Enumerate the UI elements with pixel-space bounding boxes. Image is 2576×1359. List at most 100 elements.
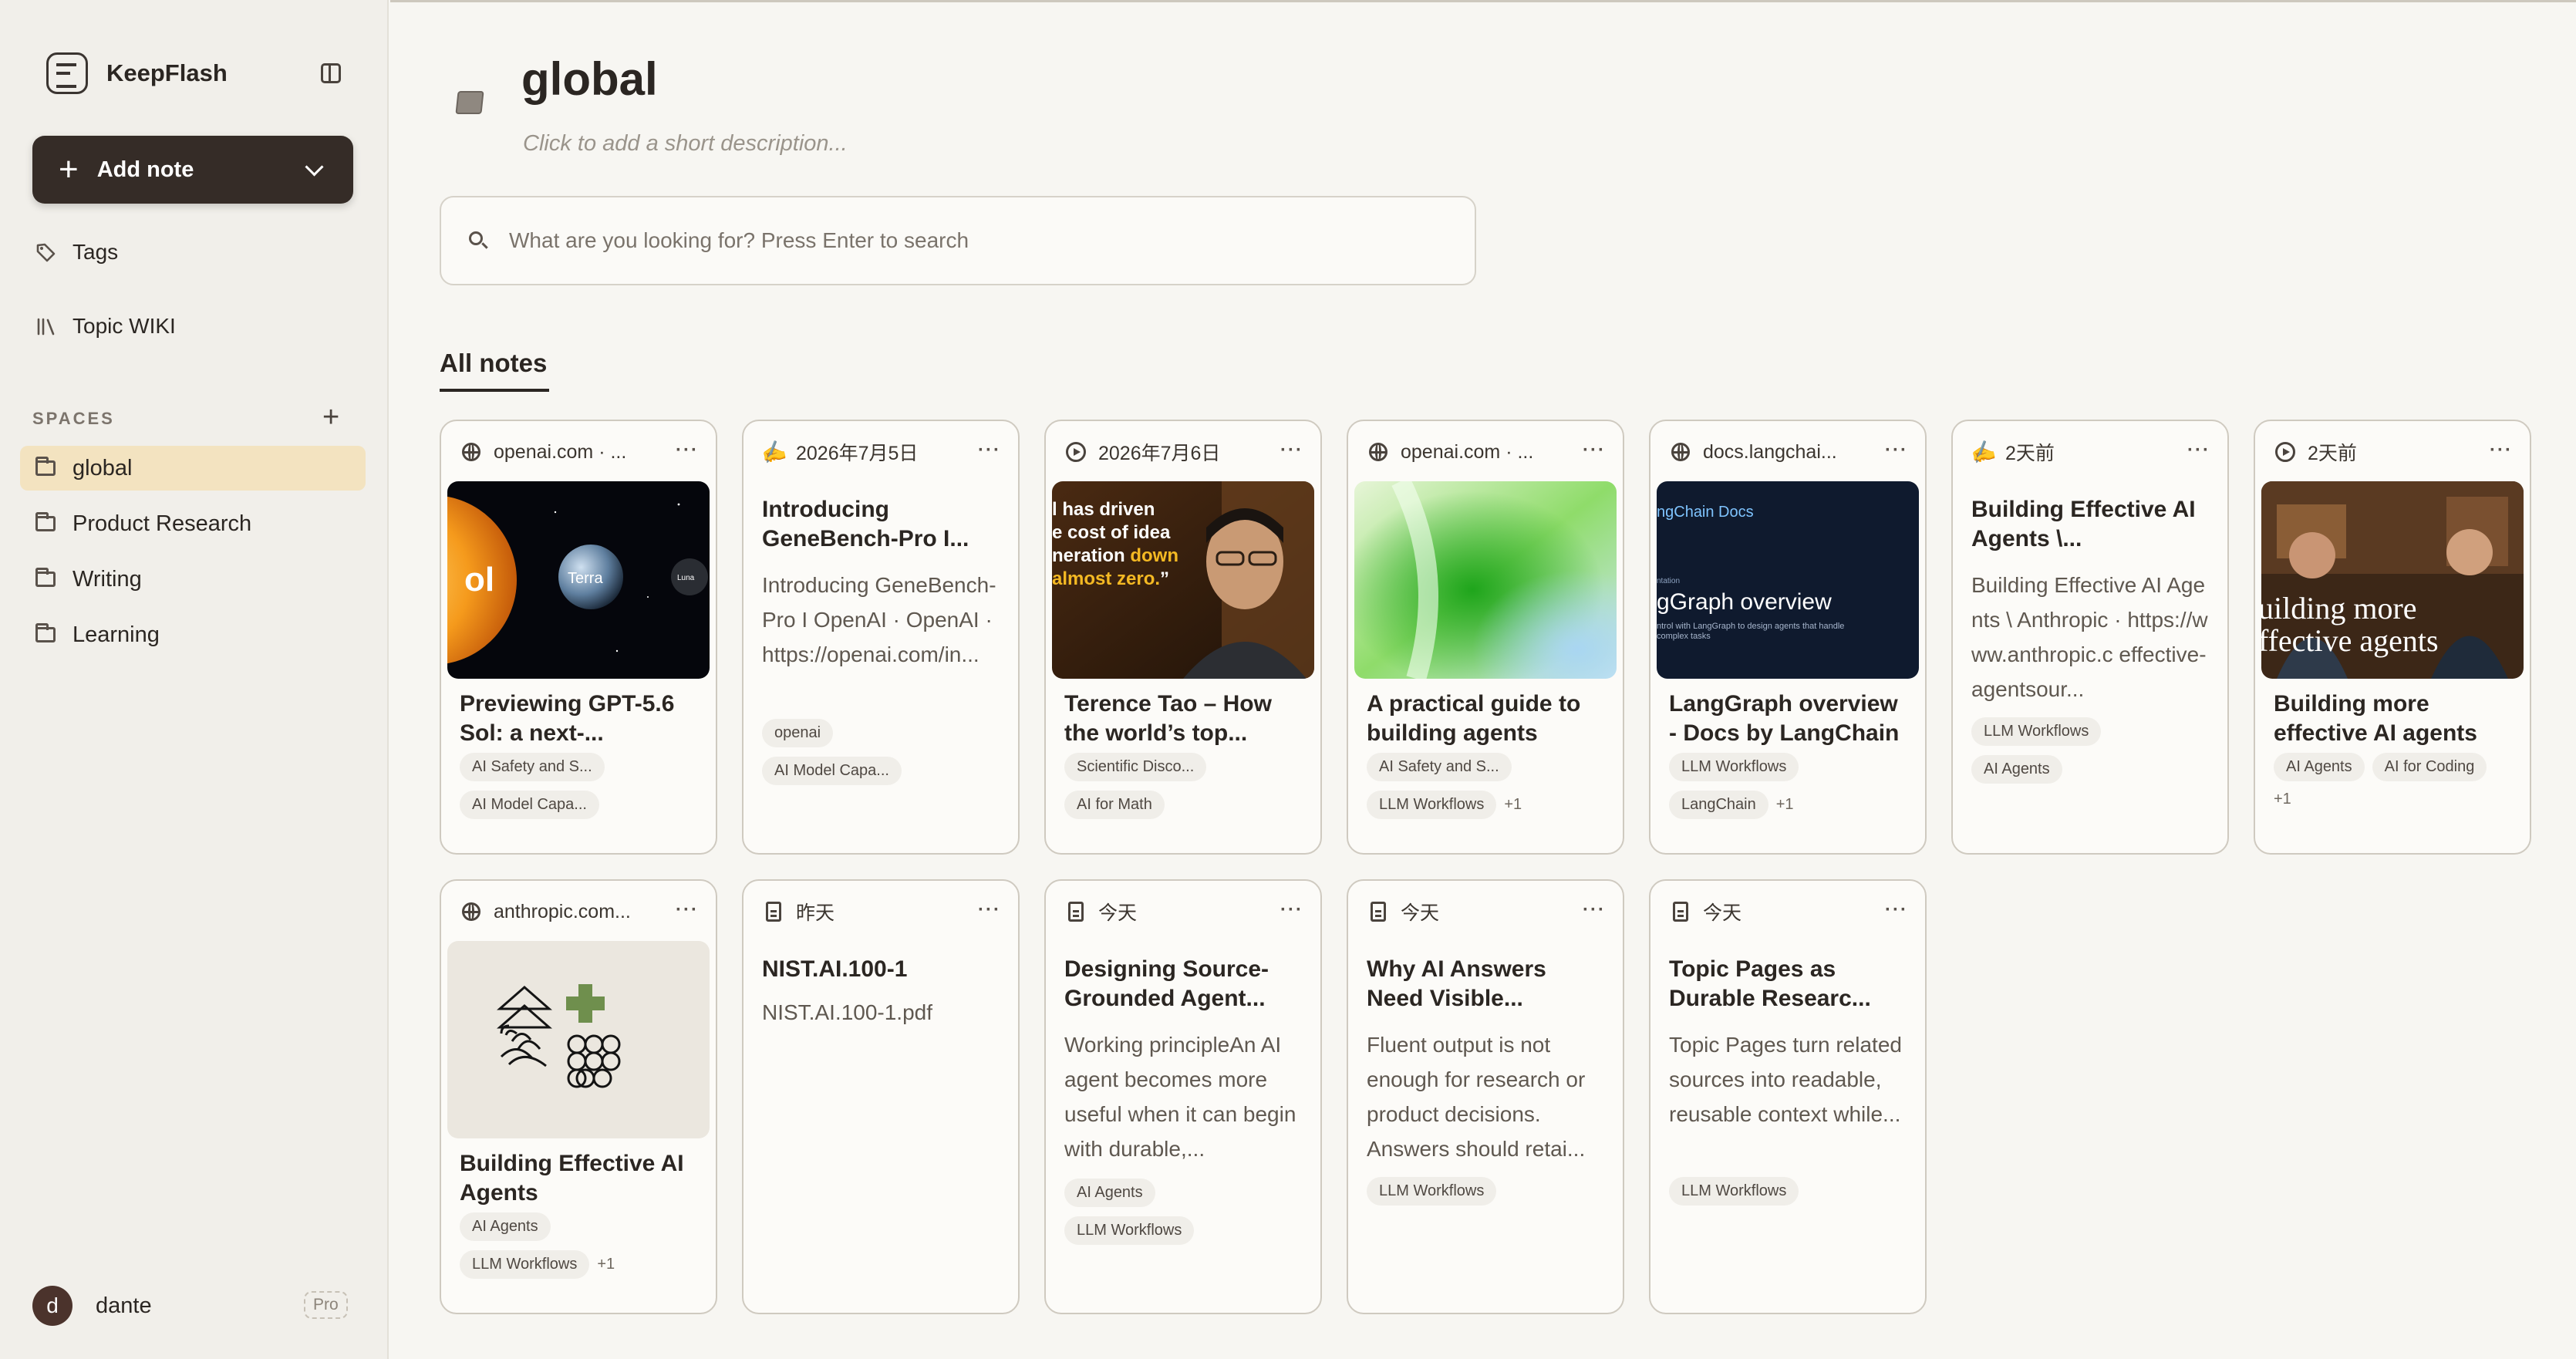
globe-icon [1669,440,1692,464]
card-tags: LLM Workflows [1669,1177,1916,1215]
svg-text:uilding more ffectiv: uilding more ffective agents [2261,591,2439,658]
sidebar-toggle-icon[interactable] [321,63,341,83]
note-card[interactable]: ✍ 2天前 ··· Building Effective AI Agents \… [1951,420,2229,855]
add-note-button[interactable]: + Add note [32,136,353,204]
tab-all-notes[interactable]: All notes [440,349,547,378]
more-tags-count[interactable]: +1 [597,1256,615,1273]
card-header: 2天前 ··· [2274,437,2513,467]
doc-icon [762,900,785,923]
search-bar[interactable] [440,196,1476,285]
tag-chip[interactable]: AI Safety and S... [460,753,605,781]
card-source: docs.langchai... [1703,440,1837,463]
note-card[interactable]: 今天 ··· Designing Source-Grounded Agent..… [1044,879,1322,1314]
note-card[interactable]: ✍ 2026年7月5日 ··· Introducing GeneBench-Pr… [742,420,1020,855]
tag-chip[interactable]: LLM Workflows [1367,791,1497,819]
folder-icon [35,457,56,476]
space-description[interactable]: Click to add a short description... [523,131,848,157]
more-options-icon[interactable]: ··· [1280,899,1303,921]
card-tags: Scientific Disco... AI for Math [1064,753,1311,828]
tag-chip[interactable]: AI Agents [1971,755,2062,784]
more-options-icon[interactable]: ··· [978,440,1001,461]
card-source: 今天 [1703,902,1742,924]
tag-chip[interactable]: AI Safety and S... [1367,753,1512,781]
more-options-icon[interactable]: ··· [2490,440,2513,461]
more-options-icon[interactable]: ··· [1583,899,1606,921]
tag-chip[interactable]: AI Agents [1064,1179,1155,1207]
more-options-icon[interactable]: ··· [1583,440,1606,461]
tag-chip[interactable]: LLM Workflows [1971,717,2102,746]
tag-chip[interactable]: LLM Workflows [460,1250,590,1279]
card-source: openai.com · ... [494,440,627,463]
user-name: dante [96,1293,152,1318]
tab-underline [440,389,549,392]
folder-icon [35,512,56,531]
user-profile[interactable]: d dante [32,1283,152,1328]
space-folder-icon[interactable] [455,91,484,114]
space-item-product-research[interactable]: Product Research [20,501,366,546]
note-card[interactable]: anthropic.com... ··· Building Effective … [440,879,717,1314]
tag-chip[interactable]: Scientific Disco... [1064,753,1207,781]
thumb-brand-text: ngChain Docs [1657,504,1754,521]
more-tags-count[interactable]: +1 [2274,791,2291,808]
tag-chip[interactable]: openai [762,719,834,747]
space-label: Learning [72,622,160,647]
tag-chip[interactable]: LLM Workflows [1669,753,1799,781]
more-tags-count[interactable]: +1 [1504,796,1522,814]
card-title: Designing Source-Grounded Agent... [1064,956,1269,1011]
nav-item-topic-wiki[interactable]: Topic WIKI [35,307,176,346]
note-card[interactable]: docs.langchai... ··· ngChain Docs ntatio… [1649,420,1927,855]
card-tags: openai AI Model Capa... [762,719,1009,794]
search-icon [469,231,487,250]
plan-badge: Pro [304,1291,348,1319]
space-item-global[interactable]: global [20,446,366,491]
card-body: Working principleAn AI agent becomes mor… [1064,1033,1296,1161]
tag-chip[interactable]: AI Agents [2274,753,2365,781]
note-card[interactable]: 今天 ··· Why AI Answers Need Visible... Fl… [1347,879,1624,1314]
tag-chip[interactable]: AI Agents [460,1212,551,1241]
tag-chip[interactable]: AI for Coding [2372,753,2487,781]
more-options-icon[interactable]: ··· [676,440,699,461]
card-title: Building more effective AI agents [2274,691,2477,746]
thumb-sub-text: ntrol with LangGraph to design agents th… [1657,622,1845,641]
add-space-button[interactable]: + [322,403,339,432]
tag-chip[interactable]: LangChain [1669,791,1768,819]
search-input[interactable] [507,228,1436,254]
card-title: NIST.AI.100-1 [762,956,908,982]
tag-chip[interactable]: AI Model Capa... [460,791,599,819]
more-tags-count[interactable]: +1 [1776,796,1794,814]
space-item-learning[interactable]: Learning [20,612,366,657]
more-options-icon[interactable]: ··· [1280,440,1303,461]
more-options-icon[interactable]: ··· [2187,440,2210,461]
spaces-heading: SPACES [32,409,115,428]
chevron-down-icon[interactable] [305,157,324,177]
globe-icon [460,900,483,923]
note-card[interactable]: openai.com · ... ··· A practical guide t… [1347,420,1624,855]
tag-chip[interactable]: LLM Workflows [1669,1177,1799,1206]
folder-icon [35,568,56,587]
card-source: openai.com · ... [1401,440,1534,463]
green-abstract-image [1354,481,1617,679]
note-card[interactable]: openai.com · ... ··· ol Terra Luna Previ… [440,420,717,855]
tag-chip[interactable]: LLM Workflows [1367,1177,1497,1206]
more-options-icon[interactable]: ··· [676,899,699,921]
keepflash-logo-icon [46,52,88,94]
brand[interactable]: KeepFlash [46,49,228,97]
space-label: Writing [72,566,142,592]
app-window: { "app": { "name": "KeepFlash" }, "sideb… [0,0,2576,1359]
space-item-writing[interactable]: Writing [20,557,366,602]
more-options-icon[interactable]: ··· [1885,899,1908,921]
nav-item-tags[interactable]: Tags [35,233,118,271]
tag-chip[interactable]: AI for Math [1064,791,1165,819]
note-card[interactable]: 2天前 ··· uilding more ffective agents Bui… [2254,420,2531,855]
more-options-icon[interactable]: ··· [1885,440,1908,461]
card-source: 2026年7月6日 [1098,443,1221,464]
tag-chip[interactable]: AI Model Capa... [762,757,902,785]
note-card[interactable]: 今天 ··· Topic Pages as Durable Researc...… [1649,879,1927,1314]
note-card[interactable]: 2026年7月6日 ··· l has driven e cost of ide… [1044,420,1322,855]
page-title[interactable]: global [521,52,658,106]
more-options-icon[interactable]: ··· [978,899,1001,921]
card-source: 昨天 [796,902,835,924]
tag-chip[interactable]: LLM Workflows [1064,1216,1195,1245]
note-card[interactable]: 昨天 ··· NIST.AI.100-1 NIST.AI.100-1.pdf [742,879,1020,1314]
card-body: Topic Pages turn related sources into re… [1669,1033,1902,1126]
